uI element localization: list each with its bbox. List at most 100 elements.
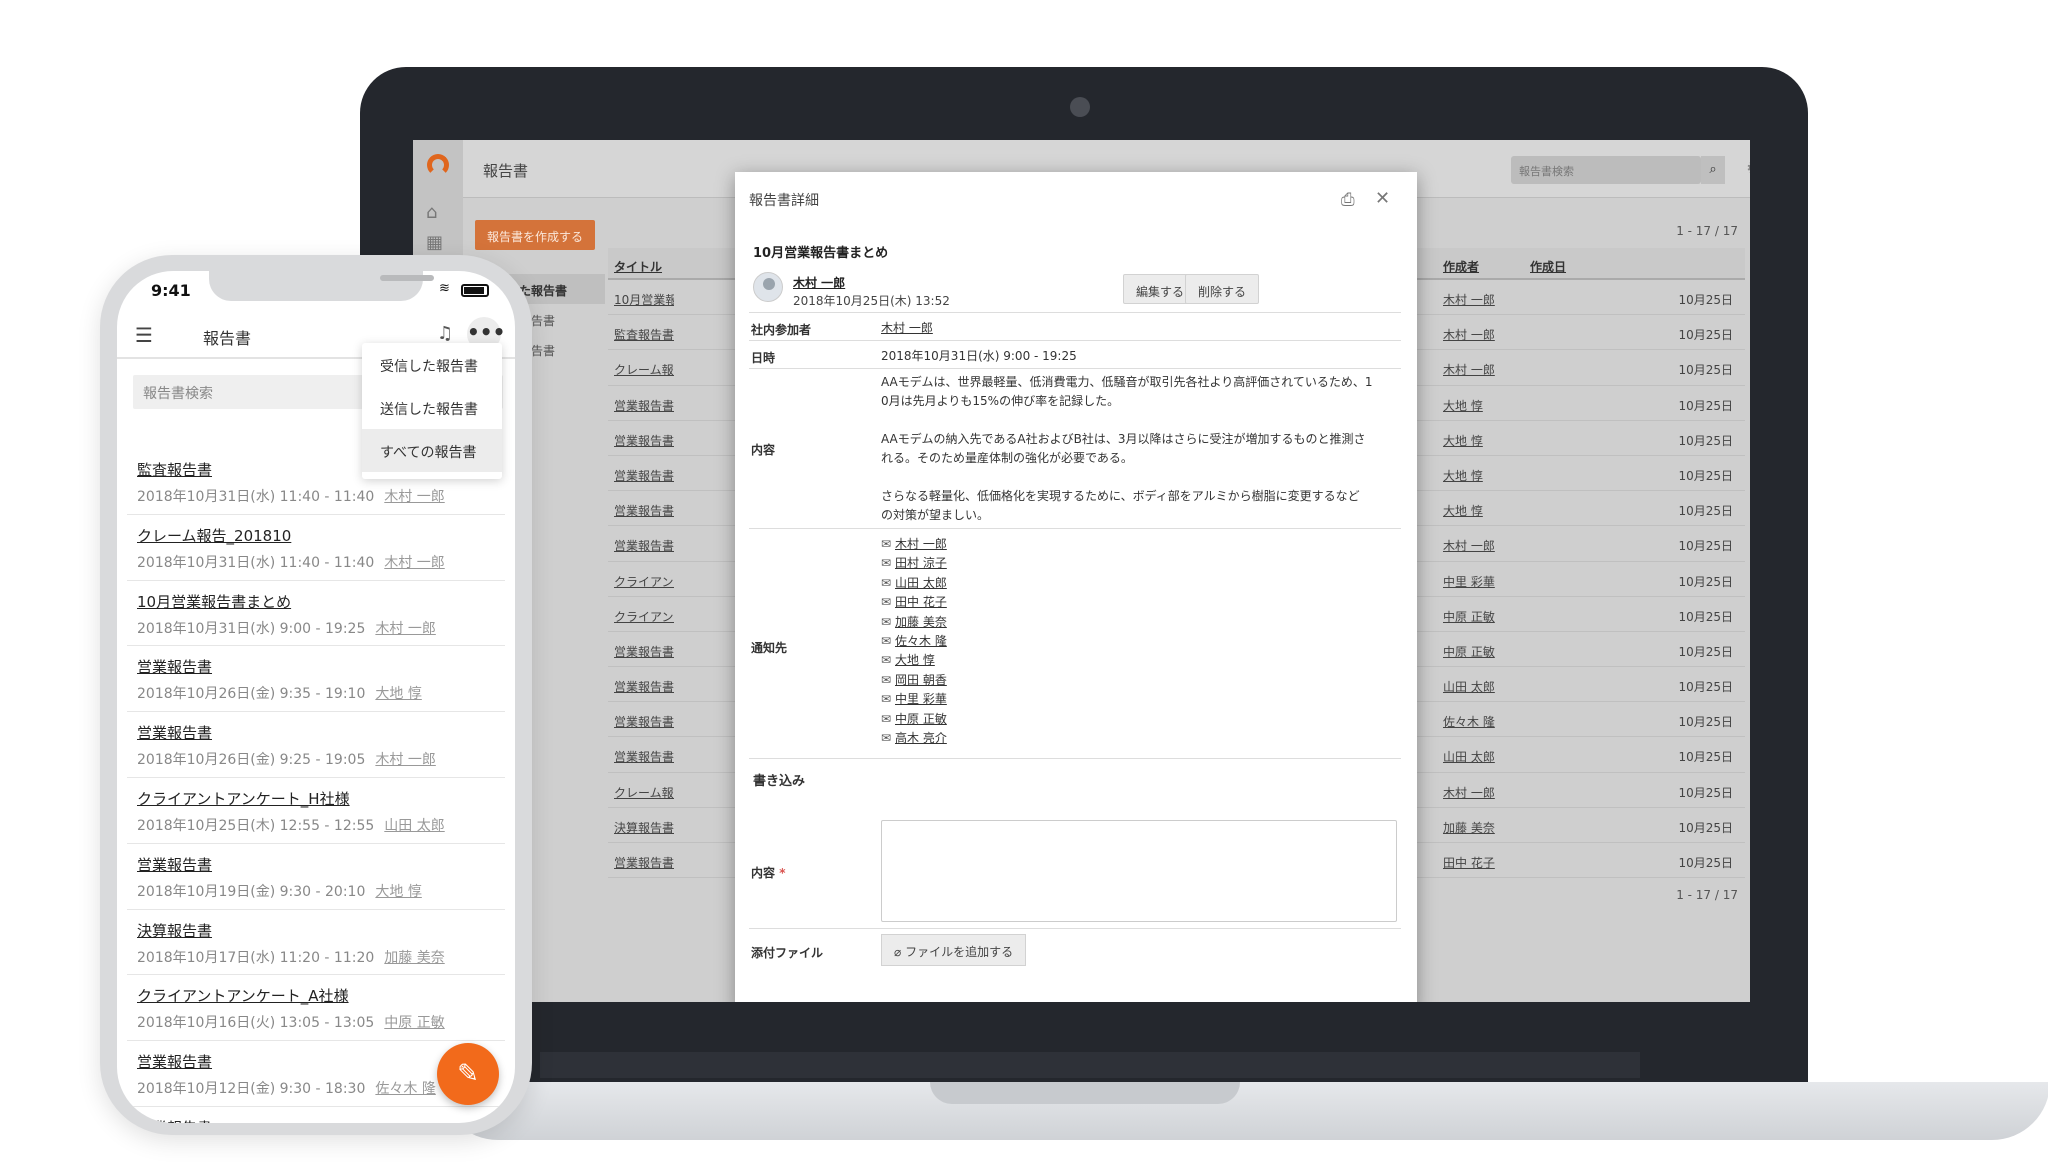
- row-author[interactable]: 佐々木 隆: [1443, 713, 1495, 730]
- dropdown-item-all[interactable]: すべての報告書: [362, 429, 502, 472]
- laptop-camera: [1070, 97, 1090, 117]
- row-title[interactable]: 営業報告書: [614, 502, 674, 519]
- row-title[interactable]: クライアント: [614, 608, 674, 625]
- item-user[interactable]: 木村 一郎: [375, 752, 435, 768]
- row-author[interactable]: 大地 惇: [1443, 432, 1483, 449]
- item-user[interactable]: 木村 一郎: [384, 555, 444, 571]
- item-user[interactable]: 山田 太郎: [384, 818, 444, 834]
- row-author[interactable]: 木村 一郎: [1443, 361, 1495, 378]
- row-title[interactable]: 営業報告書: [614, 643, 674, 660]
- row-title[interactable]: 営業報告書: [614, 397, 674, 414]
- item-title[interactable]: 営業報告書: [137, 656, 505, 677]
- item-user[interactable]: 木村 一郎: [384, 489, 444, 505]
- content-row: 内容 AAモデムは、世界最軽量、低消費電力、低騒音が取引先各社より高評価されてい…: [749, 368, 1401, 528]
- app-logo[interactable]: [427, 154, 449, 176]
- item-title[interactable]: 営業報告書: [137, 854, 505, 875]
- row-date: 10月25日: [1678, 363, 1733, 378]
- item-user[interactable]: 木村 一郎: [375, 621, 435, 637]
- search-icon[interactable]: ⌕: [1701, 156, 1725, 184]
- notify-recipient[interactable]: ✉ 田中 花子: [881, 593, 1397, 612]
- delete-button[interactable]: 削除する: [1185, 274, 1260, 304]
- item-title[interactable]: クレーム報告_201810: [137, 525, 505, 546]
- notify-recipient[interactable]: ✉ 大地 惇: [881, 651, 1397, 670]
- notify-recipient[interactable]: ✉ 中原 正敏: [881, 710, 1397, 729]
- list-item[interactable]: クレーム報告_201810 2018年10月31日(水) 11:40 - 11:4…: [127, 515, 505, 581]
- row-author[interactable]: 木村 一郎: [1443, 537, 1495, 554]
- bell-icon[interactable]: ♫: [437, 323, 453, 344]
- list-item[interactable]: 営業報告書 2018年10月26日(金) 9:25 - 19:05 木村 一郎: [127, 712, 505, 778]
- create-report-button[interactable]: 報告書を作成する: [475, 220, 596, 250]
- row-title[interactable]: 営業報告書: [614, 678, 674, 695]
- notify-recipient[interactable]: ✉ 岡田 朝香: [881, 671, 1397, 690]
- item-user[interactable]: 佐々木 隆: [375, 1081, 435, 1097]
- row-author[interactable]: 大地 惇: [1443, 397, 1483, 414]
- hamburger-menu-icon[interactable]: ☰: [135, 323, 153, 347]
- item-user[interactable]: 加藤 美奈: [384, 950, 444, 966]
- row-title[interactable]: 10月営業報告書まとめ: [614, 291, 674, 308]
- row-title[interactable]: 監査報告書: [614, 326, 674, 343]
- item-title[interactable]: 営業報告書: [137, 722, 505, 743]
- column-created[interactable]: 作成日: [1530, 258, 1566, 275]
- item-user[interactable]: 大地 惇: [375, 884, 421, 900]
- row-title[interactable]: クレーム報告書: [614, 784, 674, 801]
- list-item[interactable]: 10月営業報告書まとめ 2018年10月31日(水) 9:00 - 19:25 木村…: [127, 581, 505, 647]
- gear-icon[interactable]: ⚙: [1746, 158, 1750, 179]
- row-title[interactable]: 営業報告書: [614, 854, 674, 871]
- list-item[interactable]: クライアントアンケート_H社様 2018年10月25日(木) 12:55 - 12…: [127, 778, 505, 844]
- column-author[interactable]: 作成者: [1443, 258, 1479, 275]
- row-title[interactable]: 営業報告書: [614, 432, 674, 449]
- list-item[interactable]: 営業報告書 2018年10月19日(金) 9:30 - 20:10 大地 惇: [127, 844, 505, 910]
- item-title[interactable]: クライアントアンケート_H社様: [137, 788, 505, 809]
- calendar-icon[interactable]: ▦: [426, 232, 443, 253]
- row-title[interactable]: クライアント: [614, 573, 674, 590]
- item-title[interactable]: クライアントアンケート_A社様: [137, 985, 505, 1006]
- dropdown-item-sent[interactable]: 送信した報告書: [362, 386, 502, 429]
- row-author[interactable]: 中原 正敏: [1443, 643, 1495, 660]
- notify-recipient[interactable]: ✉ 高木 亮介: [881, 729, 1397, 748]
- dropdown-item-received[interactable]: 受信した報告書: [362, 343, 502, 386]
- row-author[interactable]: 加藤 美奈: [1443, 819, 1495, 836]
- item-user[interactable]: 中原 正敏: [384, 1015, 444, 1031]
- row-title[interactable]: 営業報告書: [614, 748, 674, 765]
- column-title[interactable]: タイトル: [614, 258, 662, 275]
- compose-button[interactable]: ✎: [437, 1043, 499, 1105]
- list-item[interactable]: 決算報告書 2018年10月17日(水) 11:20 - 11:20 加藤 美奈: [127, 910, 505, 976]
- notify-recipient[interactable]: ✉ 加藤 美奈: [881, 613, 1397, 632]
- home-icon[interactable]: ⌂: [426, 202, 437, 223]
- author-link[interactable]: 木村 一郎: [793, 274, 845, 291]
- item-user[interactable]: 大地 惇: [375, 686, 421, 702]
- comment-section-title: 書き込み: [753, 774, 806, 789]
- search-input[interactable]: 報告書検索: [1511, 156, 1701, 184]
- item-title[interactable]: 決算報告書: [137, 920, 505, 941]
- row-author[interactable]: 大地 惇: [1443, 467, 1483, 484]
- row-author[interactable]: 中里 彩華: [1443, 573, 1495, 590]
- row-title[interactable]: 営業報告書: [614, 713, 674, 730]
- notify-recipient[interactable]: ✉ 山田 太郎: [881, 574, 1397, 593]
- print-icon[interactable]: ⎙: [1341, 190, 1355, 210]
- notify-recipient[interactable]: ✉ 木村 一郎: [881, 535, 1397, 554]
- row-author[interactable]: 山田 太郎: [1443, 678, 1495, 695]
- comment-textarea[interactable]: [881, 820, 1397, 922]
- notify-recipient[interactable]: ✉ 中里 彩華: [881, 690, 1397, 709]
- row-author[interactable]: 木村 一郎: [1443, 326, 1495, 343]
- add-file-button[interactable]: ⌀ ファイルを追加する: [881, 934, 1027, 966]
- participant-link[interactable]: 木村 一郎: [881, 319, 1397, 338]
- item-title[interactable]: 10月営業報告書まとめ: [137, 591, 505, 612]
- item-title[interactable]: 営業報告書: [137, 1117, 505, 1123]
- row-author[interactable]: 山田 太郎: [1443, 748, 1495, 765]
- row-author[interactable]: 中原 正敏: [1443, 608, 1495, 625]
- list-item[interactable]: 営業報告書 2018年10月26日(金) 9:35 - 19:10 大地 惇: [127, 646, 505, 713]
- row-author[interactable]: 田中 花子: [1443, 854, 1495, 871]
- row-author[interactable]: 木村 一郎: [1443, 291, 1495, 308]
- row-title[interactable]: 営業報告書: [614, 537, 674, 554]
- row-author[interactable]: 大地 惇: [1443, 502, 1483, 519]
- row-author[interactable]: 木村 一郎: [1443, 784, 1495, 801]
- row-title[interactable]: 営業報告書: [614, 467, 674, 484]
- row-title[interactable]: クレーム報告書: [614, 361, 674, 378]
- list-item[interactable]: クライアントアンケート_A社様 2018年10月16日(火) 13:05 - 13…: [127, 975, 505, 1042]
- row-title[interactable]: 決算報告書: [614, 819, 674, 836]
- notify-recipient[interactable]: ✉ 佐々木 隆: [881, 632, 1397, 651]
- notify-recipient[interactable]: ✉ 田村 涼子: [881, 554, 1397, 573]
- list-item[interactable]: 営業報告書: [127, 1107, 505, 1123]
- close-icon[interactable]: ✕: [1375, 188, 1390, 209]
